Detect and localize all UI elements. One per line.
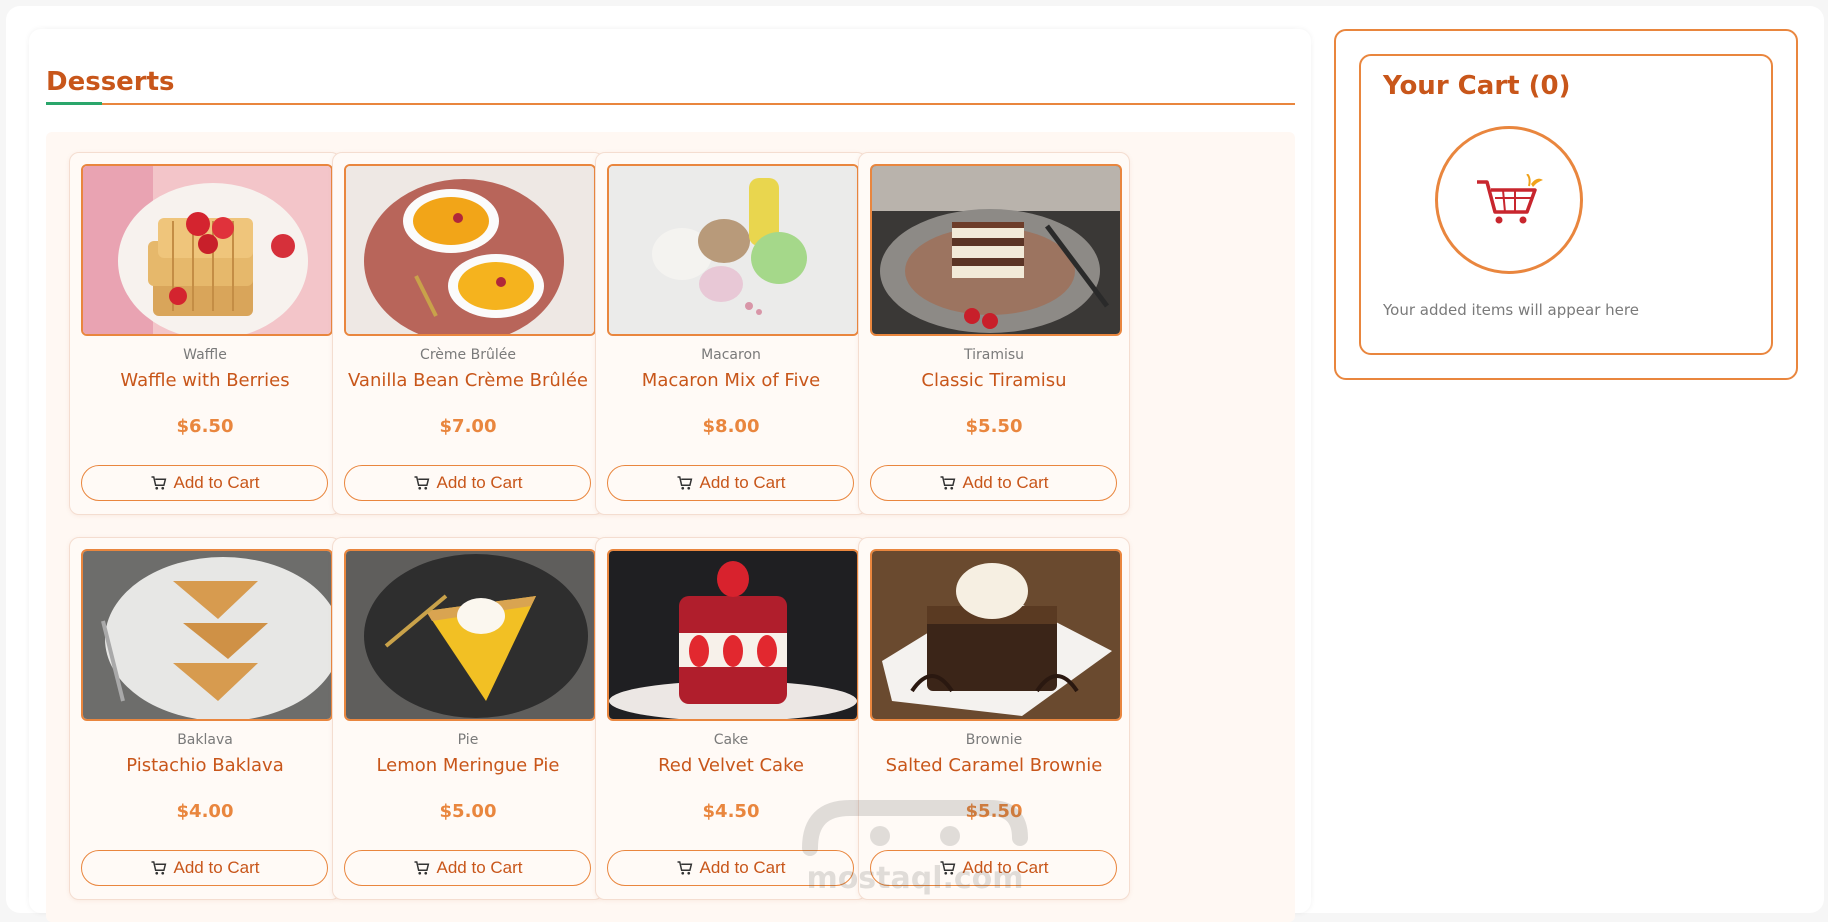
- macaron-image: [607, 164, 859, 336]
- product-category: Tiramisu: [963, 347, 1025, 363]
- product-name: Vanilla Bean Crème Brûlée: [348, 370, 588, 391]
- add-to-cart-button[interactable]: Add to Cart: [81, 850, 328, 886]
- product-name: Lemon Meringue Pie: [376, 755, 560, 776]
- product-category: Pie: [457, 732, 479, 748]
- cart-icon: [414, 861, 429, 875]
- add-to-cart-button[interactable]: Add to Cart: [870, 850, 1117, 886]
- cart-icon: [151, 861, 166, 875]
- cart-icon: [151, 476, 166, 490]
- title-accent-bar: [46, 102, 102, 105]
- baklava-image: [81, 549, 333, 721]
- product-card: Waffle Waffle with Berries $6.50 Add to …: [69, 152, 341, 515]
- product-card: Brownie Salted Caramel Brownie $5.50 Add…: [858, 537, 1130, 900]
- cart-icon: [940, 476, 955, 490]
- add-to-cart-button[interactable]: Add to Cart: [344, 850, 591, 886]
- tiramisu-image: [870, 164, 1122, 336]
- product-card: Crème Brûlée Vanilla Bean Crème Brûlée $…: [332, 152, 604, 515]
- pie-image: [344, 549, 596, 721]
- add-to-cart-button[interactable]: Add to Cart: [607, 465, 854, 501]
- cake-image: [607, 549, 859, 721]
- cart-icon: [414, 476, 429, 490]
- product-category: Macaron: [701, 347, 761, 363]
- add-to-cart-label: Add to Cart: [962, 473, 1049, 492]
- shopping-cart-icon: [1477, 174, 1543, 224]
- add-to-cart-button[interactable]: Add to Cart: [344, 465, 591, 501]
- creme-brulee-image: [344, 164, 596, 336]
- add-to-cart-label: Add to Cart: [962, 858, 1049, 877]
- add-to-cart-button[interactable]: Add to Cart: [870, 465, 1117, 501]
- cart-panel: Your Cart (0) Your added items will appe…: [1334, 29, 1798, 380]
- product-name: Salted Caramel Brownie: [885, 755, 1103, 776]
- empty-cart-illustration: [1435, 126, 1583, 274]
- product-name: Waffle with Berries: [120, 370, 290, 391]
- add-to-cart-label: Add to Cart: [699, 473, 786, 492]
- menu-panel: Desserts Waffle Waffle with Berries $6.5…: [29, 29, 1311, 922]
- product-category: Waffle: [183, 347, 227, 363]
- product-card: Baklava Pistachio Baklava $4.00 Add to C…: [69, 537, 341, 900]
- product-price: $5.50: [965, 416, 1023, 437]
- title-divider: [46, 103, 1295, 105]
- product-price: $8.00: [702, 416, 760, 437]
- cart-icon: [677, 476, 692, 490]
- product-card: Pie Lemon Meringue Pie $5.00 Add to Cart: [332, 537, 604, 900]
- add-to-cart-label: Add to Cart: [699, 858, 786, 877]
- add-to-cart-label: Add to Cart: [436, 473, 523, 492]
- product-price: $4.00: [176, 801, 234, 822]
- product-category: Brownie: [965, 732, 1023, 748]
- cart-icon: [940, 861, 955, 875]
- cart-title: Your Cart (0): [1383, 71, 1571, 101]
- product-category: Crème Brûlée: [420, 347, 516, 363]
- waffle-image: [81, 164, 333, 336]
- add-to-cart-label: Add to Cart: [173, 473, 260, 492]
- add-to-cart-label: Add to Cart: [436, 858, 523, 877]
- product-card: Tiramisu Classic Tiramisu $5.50 Add to C…: [858, 152, 1130, 515]
- section-title: Desserts: [46, 67, 175, 97]
- cart-empty-message: Your added items will appear here: [1383, 301, 1639, 319]
- cart-icon: [677, 861, 692, 875]
- product-price: $5.50: [965, 801, 1023, 822]
- product-name: Classic Tiramisu: [921, 370, 1067, 391]
- product-card: Macaron Macaron Mix of Five $8.00 Add to…: [595, 152, 867, 515]
- product-price: $4.50: [702, 801, 760, 822]
- product-name: Pistachio Baklava: [126, 755, 284, 776]
- cart-box: Your Cart (0) Your added items will appe…: [1359, 54, 1773, 355]
- add-to-cart-button[interactable]: Add to Cart: [81, 465, 328, 501]
- product-card: Cake Red Velvet Cake $4.50 Add to Cart: [595, 537, 867, 900]
- product-category: Cake: [713, 732, 749, 748]
- product-price: $7.00: [439, 416, 497, 437]
- brownie-image: [870, 549, 1122, 721]
- add-to-cart-button[interactable]: Add to Cart: [607, 850, 854, 886]
- product-category: Baklava: [177, 732, 233, 748]
- add-to-cart-label: Add to Cart: [173, 858, 260, 877]
- product-price: $6.50: [176, 416, 234, 437]
- product-name: Red Velvet Cake: [658, 755, 804, 776]
- product-name: Macaron Mix of Five: [641, 370, 821, 391]
- product-price: $5.00: [439, 801, 497, 822]
